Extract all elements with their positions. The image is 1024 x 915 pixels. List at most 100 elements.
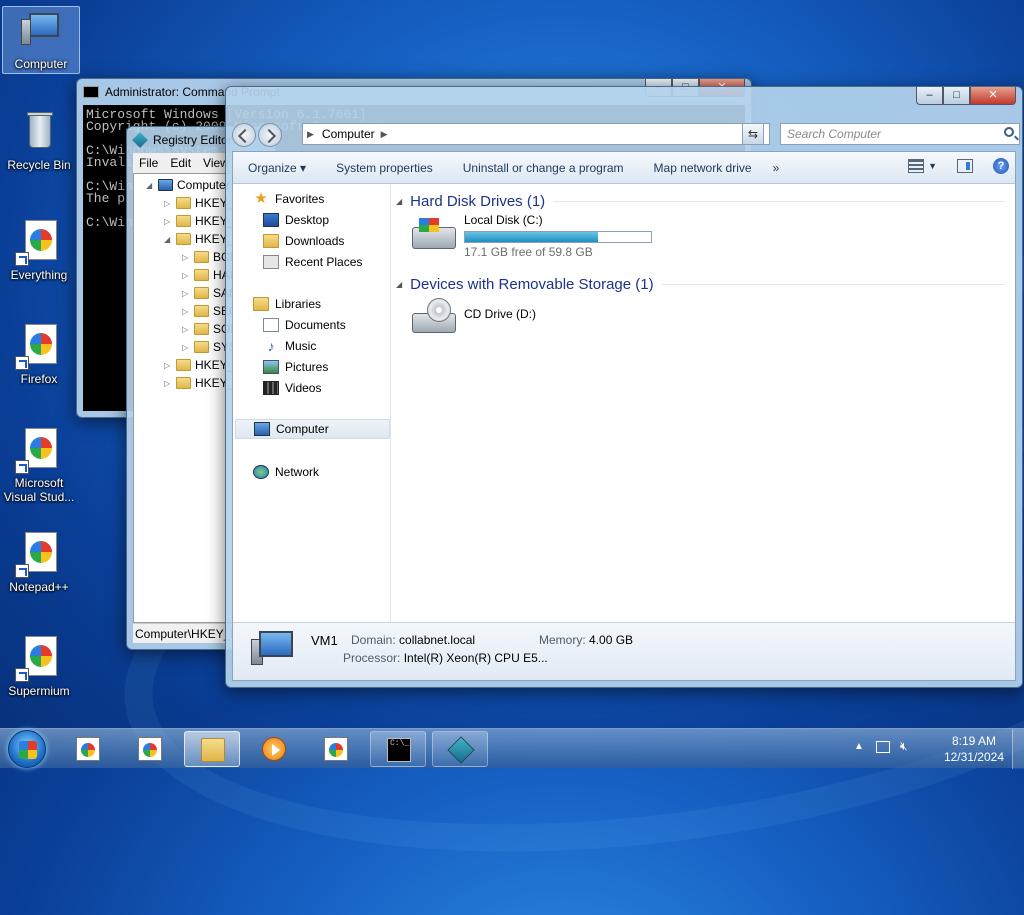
desktop-icon-visual-studio[interactable]: Microsoft Visual Stud... [0,426,78,504]
expand-icon[interactable]: ◢ [164,235,174,244]
folder-icon [176,377,191,389]
computer-icon [254,422,270,436]
nav-documents[interactable]: Documents [263,315,346,335]
desktop-icon-recycle-bin[interactable]: Recycle Bin [0,108,78,172]
recent-places-icon [263,255,279,269]
folder-icon [201,738,225,762]
app-shortcut-icon [15,426,63,474]
search-placeholder: Search Computer [787,127,882,141]
expand-icon[interactable]: ▷ [182,253,192,262]
nav-computer[interactable]: Computer [235,419,390,439]
taskbar-app-3[interactable] [308,731,364,767]
drive-local-disk-c[interactable]: Local Disk (C:) 17.1 GB free of 59.8 GB [410,213,652,259]
help-icon[interactable]: ? [993,158,1009,174]
expand-icon[interactable]: ▷ [182,307,192,316]
expand-icon[interactable]: ◢ [146,181,156,190]
app-shortcut-icon [15,634,63,682]
show-hidden-icons-icon[interactable]: ▲ [854,741,864,752]
folder-icon [194,323,209,335]
taskbar-app-1[interactable] [60,731,116,767]
search-icon[interactable] [1004,127,1014,137]
volume-muted-icon[interactable]: 🔇︎ [900,739,908,754]
menu-file[interactable]: File [139,156,158,170]
organize-button[interactable]: Organize ▾ [233,161,321,175]
uninstall-program-button[interactable]: Uninstall or change a program [448,161,639,175]
nav-videos[interactable]: Videos [263,378,321,398]
minimize-button[interactable]: – [916,87,943,105]
nav-pictures[interactable]: Pictures [263,357,328,377]
show-desktop-button[interactable] [1012,729,1024,769]
collapse-icon[interactable]: ◢ [396,197,402,206]
nav-recent-places[interactable]: Recent Places [263,252,362,272]
desktop-icon-computer[interactable]: Computer [2,6,80,74]
folder-icon [194,305,209,317]
expand-icon[interactable]: ▷ [182,271,192,280]
preview-pane-icon[interactable] [957,159,973,173]
app-shortcut-icon [15,218,63,266]
document-icon [263,318,279,332]
expand-icon[interactable]: ▷ [182,325,192,334]
desktop-icon-supermium[interactable]: Supermium [0,634,78,698]
taskbar-registry[interactable] [432,731,488,767]
back-button[interactable] [232,123,256,147]
close-button[interactable]: ✕ [970,87,1016,105]
map-network-drive-button[interactable]: Map network drive [639,161,767,175]
address-chevron-icon[interactable]: ▶ [381,129,388,140]
action-center-icon[interactable] [876,741,890,753]
media-player-icon [262,737,286,761]
system-properties-button[interactable]: System properties [321,161,448,175]
expand-icon[interactable]: ▷ [182,289,192,298]
nav-music[interactable]: ♪ Music [263,336,317,356]
address-segment-computer[interactable]: Computer [322,127,375,141]
view-dropdown-icon[interactable]: ▼ [928,161,937,171]
libraries-icon [253,297,269,311]
more-commands-button[interactable]: » [767,161,786,175]
desktop-icon-firefox[interactable]: Firefox [0,322,78,386]
taskbar-cmd[interactable]: C:\_ [370,731,426,767]
folder-icon [176,233,191,245]
expand-icon[interactable]: ▷ [164,199,174,208]
desktop-icon-everything[interactable]: Everything [0,218,78,282]
network-icon [253,465,269,479]
computer-icon [158,179,173,191]
start-button[interactable] [8,730,46,768]
folder-icon [263,234,279,248]
collapse-icon[interactable]: ◢ [396,280,402,289]
cmd-icon: C:\_ [387,738,411,762]
maximize-button[interactable]: □ [943,87,970,105]
computer-icon [17,7,65,55]
registry-title: Registry Editor [153,133,232,147]
nav-network[interactable]: Network [253,462,319,482]
desktop-icon [263,213,279,227]
nav-downloads[interactable]: Downloads [263,231,344,251]
nav-favorites[interactable]: ★ Favorites [253,189,324,209]
clock[interactable]: 8:19 AM 12/31/2024 [944,733,1004,765]
taskbar-explorer[interactable] [184,731,240,767]
expand-icon[interactable]: ▷ [164,361,174,370]
cd-drive-icon [410,297,458,337]
nav-desktop[interactable]: Desktop [263,210,329,230]
group-removable-storage[interactable]: ◢ Devices with Removable Storage (1) [396,274,1005,294]
address-chevron-icon[interactable]: ▶ [307,129,314,140]
folder-icon [176,197,191,209]
app-icon [138,737,162,761]
taskbar-app-2[interactable] [122,731,178,767]
address-bar[interactable]: ▶ Computer ▶ ▼ [302,123,770,145]
group-hard-disk-drives[interactable]: ◢ Hard Disk Drives (1) [396,191,1005,211]
nav-libraries[interactable]: Libraries [253,294,321,314]
explorer-window[interactable]: – □ ✕ ▶ Computer ▶ ▼ ⇆ Search Computer O… [225,86,1023,688]
drive-free-space: 17.1 GB free of 59.8 GB [464,245,593,259]
menu-edit[interactable]: Edit [170,156,191,170]
taskbar-media-player[interactable] [246,731,302,767]
change-view-icon[interactable] [908,159,925,173]
expand-icon[interactable]: ▷ [164,379,174,388]
expand-icon[interactable]: ▷ [182,343,192,352]
desktop-icon-label: Notepad++ [9,580,69,594]
expand-icon[interactable]: ▷ [164,217,174,226]
refresh-button[interactable]: ⇆ [742,123,764,145]
search-input[interactable]: Search Computer [780,123,1020,145]
desktop-icon-notepadpp[interactable]: Notepad++ [0,530,78,594]
drive-cd-d[interactable]: CD Drive (D:) [410,297,536,337]
forward-button[interactable] [258,123,282,147]
registry-tree-node[interactable]: ◢ Computer [146,176,230,194]
